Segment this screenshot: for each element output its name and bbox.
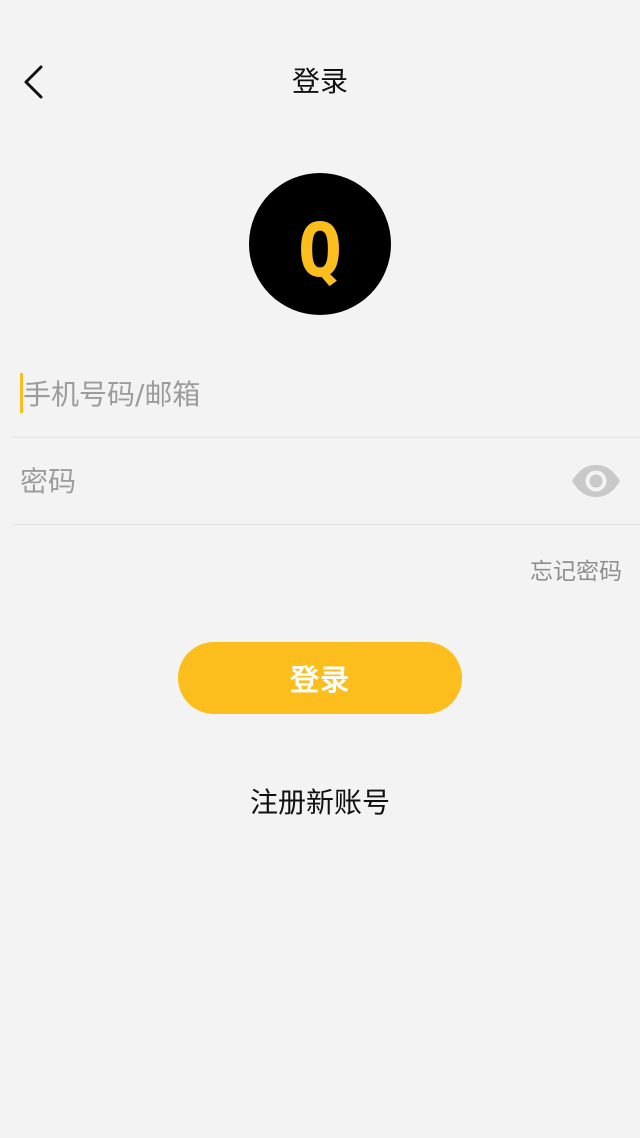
eye-icon bbox=[572, 465, 620, 497]
password-field bbox=[12, 438, 640, 525]
logo-letter-q: Q bbox=[298, 208, 343, 290]
account-input[interactable] bbox=[23, 351, 563, 437]
app-logo: Q bbox=[249, 173, 391, 315]
top-bar: 登录 bbox=[0, 40, 640, 120]
register-link[interactable]: 注册新账号 bbox=[0, 784, 640, 822]
account-field bbox=[12, 351, 640, 438]
password-visibility-toggle[interactable] bbox=[570, 461, 622, 501]
password-input[interactable] bbox=[20, 438, 560, 524]
login-button[interactable]: 登录 bbox=[178, 642, 462, 714]
forgot-password-link[interactable]: 忘记密码 bbox=[530, 556, 622, 588]
page-title: 登录 bbox=[291, 65, 348, 98]
svg-text:Q: Q bbox=[298, 208, 343, 290]
